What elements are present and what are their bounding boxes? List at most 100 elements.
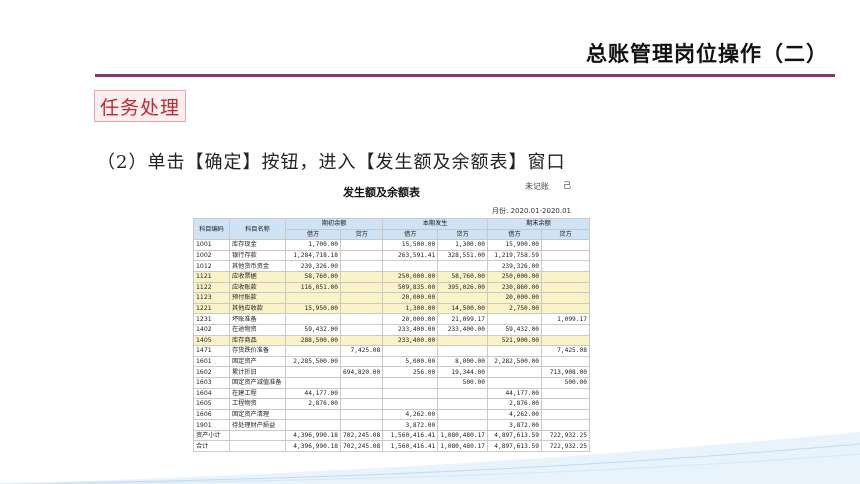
cell-amount: 250,000.00 [486, 270, 542, 283]
cell-amount: 1,700.00 [285, 239, 341, 251]
table-row: 1605 工程物资 2,876.00 2,876.00 [193, 398, 590, 410]
cell-amount [540, 387, 590, 400]
cell-amount [437, 260, 488, 272]
col-header-name: 科目名称 [229, 217, 286, 241]
cell-amount [540, 302, 590, 315]
cell-amount: 4,396,990.18 [285, 429, 341, 442]
table-row: 1402 在途物资 59,432.00 233,400.00 233,400.00 59,… [193, 323, 590, 336]
cell-amount [486, 345, 542, 357]
cell-amount: 702,245.08 [339, 440, 384, 453]
table-row: 1606 固定资产清理 4,262.00 4,262.00 [193, 408, 590, 421]
cell-account-code: 1901 [193, 419, 230, 431]
cell-amount [339, 281, 384, 294]
cell-account-code: 1122 [193, 281, 230, 294]
cell-amount: 713,908.00 [540, 366, 590, 378]
cell-amount: 8,000.00 [437, 355, 488, 368]
cell-account-code: 1471 [193, 345, 230, 357]
cell-amount: 1,560,416.41 [382, 429, 439, 442]
cell-account-name: 工程物资 [229, 398, 286, 410]
cell-amount: 722,932.25 [540, 429, 590, 442]
col-header-debit: 借方 [382, 228, 439, 241]
cell-amount: 20,000.00 [486, 292, 542, 304]
cell-amount: 58,760.00 [285, 270, 341, 283]
cell-amount [339, 334, 384, 347]
cell-account-code: 1405 [193, 334, 230, 347]
cell-amount [339, 398, 384, 410]
cell-amount [486, 376, 542, 389]
cell-amount [339, 323, 384, 336]
cell-account-code: 1001 [193, 239, 230, 251]
cell-amount [486, 366, 542, 378]
col-header-code: 科目编码 [193, 217, 230, 241]
cell-amount [382, 387, 439, 400]
cell-amount [437, 408, 488, 421]
cell-amount [285, 419, 341, 431]
cell-amount [382, 376, 439, 389]
cell-amount: 395,026.00 [437, 281, 488, 294]
cell-account-code: 1012 [193, 260, 230, 272]
table-row: 1012 其他货币资金 239,326.00 239,326.00 [193, 260, 590, 272]
cell-amount [540, 260, 590, 272]
step-instruction: （2）单击【确定】按钮，进入【发生额及余额表】窗口 [97, 152, 566, 173]
title-divider [95, 74, 835, 77]
cell-amount [540, 239, 590, 251]
cell-account-name: 其他货币资金 [229, 260, 286, 272]
cell-amount: 4,897,613.59 [486, 429, 542, 442]
table-row: 合计 4,396,990.18 702,245.08 1,560,416.41 1,08… [193, 440, 590, 453]
cell-amount: 2,285,500.00 [285, 355, 341, 368]
cell-amount [285, 292, 341, 304]
cell-amount: 1,560,416.41 [382, 440, 439, 453]
cell-amount: 4,897,613.59 [486, 440, 542, 453]
balance-table: 科目编码 科目名称 期初余额 本期发生 期末余额 借方 贷方 借方 贷方 借方 … [193, 217, 590, 453]
table-row: 1221 其他应收款 15,950.00 1,300.00 14,500.00 2,750… [193, 302, 590, 315]
cell-amount: 5,000.00 [382, 355, 439, 368]
cell-account-name: 其他应收款 [229, 302, 286, 315]
cell-amount [437, 387, 488, 400]
cell-account-code: 1231 [193, 313, 230, 325]
cell-amount [339, 355, 384, 368]
col-header-credit: 贷方 [339, 228, 384, 241]
cell-account-code: 1603 [193, 376, 230, 389]
cell-amount [339, 376, 384, 389]
cell-amount: 15,500.00 [382, 239, 439, 251]
cell-amount: 256.00 [382, 366, 439, 378]
cell-account-code: 1221 [193, 302, 230, 315]
cell-account-name: 待处理财产损益 [229, 419, 286, 431]
cell-amount: 19,344.00 [437, 366, 488, 378]
cell-amount: 233,400.00 [382, 334, 439, 347]
cell-amount [382, 345, 439, 357]
table-row: 1901 待处理财产损益 3,872.00 3,872.00 [193, 419, 590, 431]
cell-amount: 44,177.00 [285, 387, 341, 400]
cell-amount [540, 398, 590, 410]
cell-amount [339, 387, 384, 400]
cell-amount [486, 313, 542, 325]
cell-amount: 521,900.00 [486, 334, 542, 347]
cell-amount: 500.00 [437, 376, 488, 389]
table-row: 1001 库存现金 1,700.00 15,500.00 1,300.00 15,900.… [193, 239, 590, 251]
cell-amount [382, 398, 439, 410]
cell-account-code: 1604 [193, 387, 230, 400]
cell-amount: 233,400.00 [382, 323, 439, 336]
cell-amount [285, 376, 341, 389]
cell-account-name: 累计折旧 [229, 366, 286, 378]
cell-account-name: 库存商品 [229, 334, 286, 347]
cell-account-code: 1002 [193, 249, 230, 262]
cell-amount: 58,760.00 [437, 270, 488, 283]
cell-amount: 239,326.00 [285, 260, 341, 272]
cell-account-code: 1601 [193, 355, 230, 368]
cell-amount [285, 345, 341, 357]
cell-account-name: 存货跌价准备 [229, 345, 286, 357]
cell-amount: 59,432.00 [285, 323, 341, 336]
cell-amount [285, 366, 341, 378]
cell-amount [285, 408, 341, 421]
cell-account-name: 预付账款 [229, 292, 286, 304]
cell-amount [540, 408, 590, 421]
cell-amount [437, 419, 488, 431]
col-group-opening: 期初余额 [284, 218, 384, 230]
cell-amount [339, 260, 384, 272]
col-header-credit: 贷方 [437, 228, 488, 241]
cell-amount: 2,750.00 [486, 302, 542, 315]
cell-account-name: 固定资产减值准备 [229, 376, 286, 389]
cell-amount: 116,051.00 [285, 281, 341, 294]
cell-amount [437, 345, 488, 357]
